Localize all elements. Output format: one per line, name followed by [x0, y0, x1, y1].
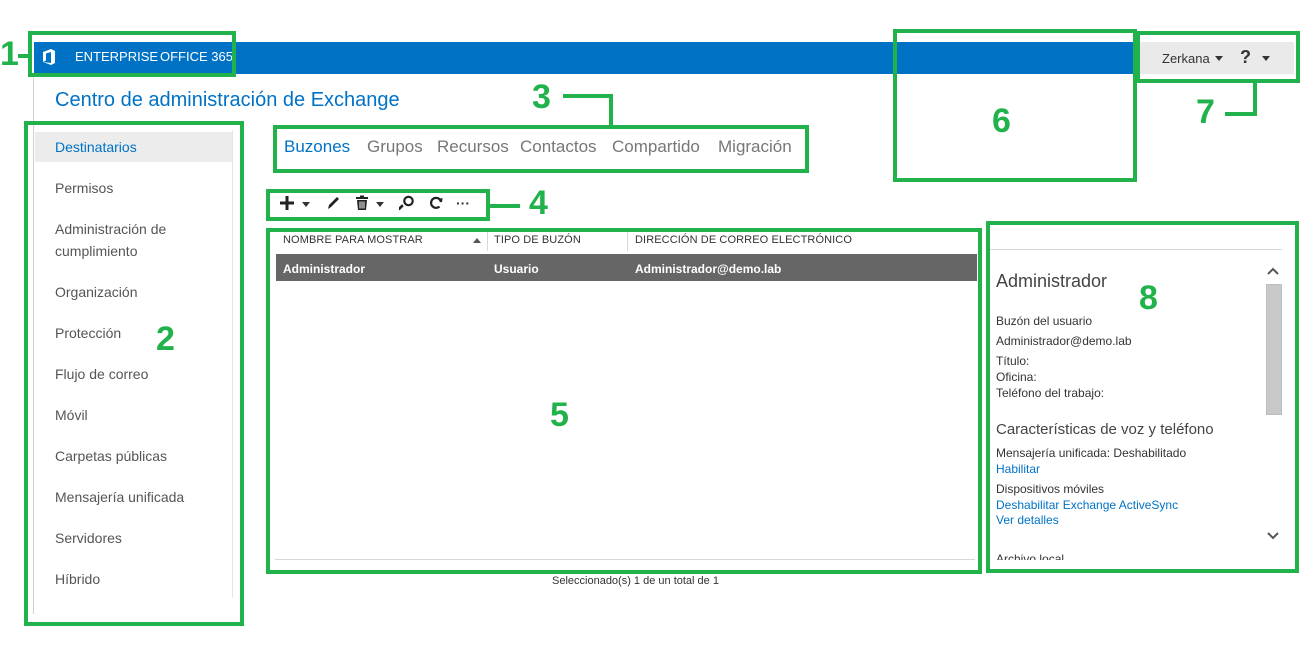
annotation-number-6: 6	[992, 102, 1011, 140]
annotation-box-5	[266, 228, 982, 574]
annotation-number-1: 1	[0, 35, 19, 73]
app-title: Centro de administración de Exchange	[55, 89, 400, 111]
annotation-number-5: 5	[550, 396, 569, 434]
annotation-line-3a	[563, 94, 613, 98]
annotation-line-1	[18, 54, 30, 58]
annotation-box-8	[986, 221, 1299, 573]
annotation-line-4	[490, 204, 520, 208]
annotation-number-7: 7	[1196, 93, 1215, 131]
annotation-line-3b	[609, 94, 613, 126]
annotation-box-4	[266, 189, 490, 221]
annotation-number-8: 8	[1139, 279, 1158, 317]
annotation-box-1	[28, 31, 236, 77]
annotation-box-7	[1136, 31, 1300, 83]
annotation-box-6	[893, 29, 1137, 182]
annotation-number-3: 3	[532, 78, 551, 116]
annotation-box-2	[24, 121, 244, 626]
annotation-number-2: 2	[156, 320, 175, 358]
annotation-number-4: 4	[529, 184, 548, 222]
selection-status: Seleccionado(s) 1 de un total de 1	[552, 575, 719, 587]
annotation-line-7b	[1253, 83, 1257, 116]
annotation-box-3	[273, 125, 809, 173]
